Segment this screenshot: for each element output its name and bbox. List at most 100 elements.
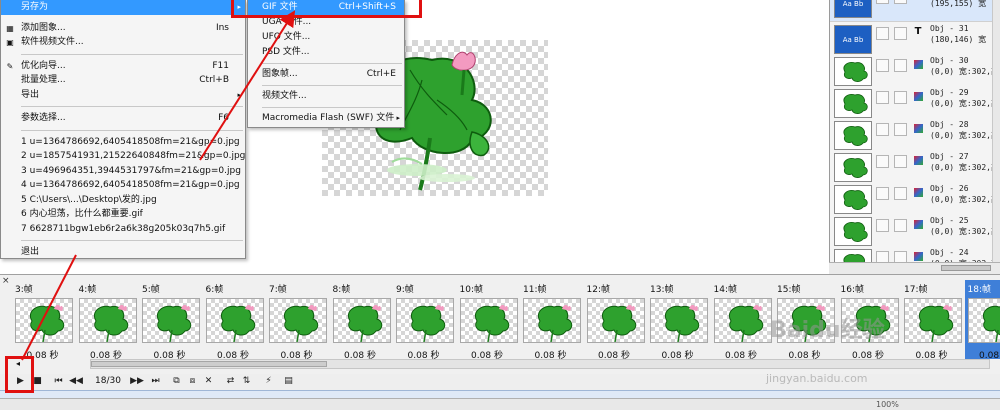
frame-label: 12:帧 bbox=[586, 285, 611, 295]
menu-item-batch[interactable]: 批量处理... Ctrl+B bbox=[1, 73, 245, 88]
visibility-checkbox[interactable] bbox=[876, 187, 889, 200]
object-info-text: Obj - 30 (0,0) 宽:302,高 bbox=[930, 56, 999, 76]
image-object-thumbnail bbox=[834, 121, 872, 150]
menu-divider bbox=[21, 129, 243, 131]
menu-item-software-video[interactable]: ▣ 软件视频文件... bbox=[1, 35, 245, 50]
delete-frame-icon[interactable]: ✕ bbox=[202, 375, 215, 388]
frame-thumbnail bbox=[396, 298, 454, 343]
next-frame-icon[interactable]: ▶▶ bbox=[129, 375, 145, 388]
tween-icon[interactable]: ⇄ bbox=[224, 375, 237, 388]
menu-item-psd-file[interactable]: PSD 文件... bbox=[248, 45, 404, 60]
object-list-item[interactable]: Obj - 25 (0,0) 宽:302,高 bbox=[830, 214, 1000, 250]
frame-label: 10:帧 bbox=[459, 285, 484, 295]
visibility-checkbox[interactable] bbox=[876, 27, 889, 40]
image-type-icon bbox=[914, 124, 923, 133]
recent-file-3[interactable]: 3 u=496964351,3944531797&fm=21&gp=0.jpg bbox=[1, 164, 245, 179]
visibility-checkbox[interactable] bbox=[894, 91, 907, 104]
frame-thumbnail bbox=[78, 298, 137, 343]
recent-file-2[interactable]: 2 u=1857541931,21522640848fm=21&gp=0.jpg bbox=[1, 149, 245, 164]
add-frame-icon[interactable]: ⧉ bbox=[170, 375, 183, 388]
menu-item-optimize-wizard[interactable]: ✎ 优化向导... F11 bbox=[1, 59, 245, 74]
close-icon[interactable]: × bbox=[2, 276, 10, 286]
object-info-text: Obj - 28 (0,0) 宽:302,高 bbox=[930, 120, 999, 140]
visibility-checkbox[interactable] bbox=[876, 219, 889, 232]
timeline-frame[interactable]: 11:帧 0.08 秒 bbox=[520, 280, 581, 361]
timeline-frame[interactable]: 8:帧 0.08 秒 bbox=[330, 280, 391, 361]
timeline-frame[interactable]: 9:帧 0.08 秒 bbox=[393, 280, 454, 361]
recent-file-6[interactable]: 6 内心坦荡，比什么都重要.gif bbox=[1, 207, 245, 222]
timeline-frame[interactable]: 7:帧 0.08 秒 bbox=[266, 280, 327, 361]
first-frame-icon[interactable]: ⏮ bbox=[52, 375, 65, 388]
previous-frame-icon[interactable]: ◀◀ bbox=[68, 375, 84, 388]
recent-file-5[interactable]: 5 C:\Users\...\Desktop\发的.jpg bbox=[1, 193, 245, 208]
object-list-item[interactable]: Obj - 28 (0,0) 宽:302,高 bbox=[830, 118, 1000, 154]
object-info-text: Obj - 29 (0,0) 宽:302,高 bbox=[930, 88, 999, 108]
object-list-item[interactable]: Obj - 29 (0,0) 宽:302,高 bbox=[830, 86, 1000, 122]
optimize-icon[interactable]: ⚡ bbox=[262, 375, 275, 388]
recent-file-1[interactable]: 1 u=1364786692,6405418508fm=21&gp=0.jpg bbox=[1, 135, 245, 150]
watermark-url: jingyan.baidu.com bbox=[766, 372, 868, 385]
menu-item-preferences[interactable]: 参数选择... F6 bbox=[1, 111, 245, 126]
visibility-checkbox[interactable] bbox=[876, 155, 889, 168]
visibility-checkbox[interactable] bbox=[876, 59, 889, 72]
timeline-frame[interactable]: 14:帧 0.08 秒 bbox=[711, 280, 772, 361]
reverse-icon[interactable]: ⇅ bbox=[240, 375, 253, 388]
timeline-frame[interactable]: 3:帧 0.08 秒 bbox=[12, 280, 73, 361]
image-object-thumbnail bbox=[834, 89, 872, 118]
frame-thumbnail bbox=[142, 298, 200, 343]
object-info-text: Obj - 32 (195,155) 宽 bbox=[930, 0, 987, 8]
timeline-frame[interactable]: 6:帧 0.08 秒 bbox=[203, 280, 264, 361]
menu-item-video-file[interactable]: 视频文件... bbox=[248, 89, 404, 104]
timeline-frame[interactable]: 10:帧 0.08 秒 bbox=[457, 280, 518, 361]
menu-item-add-image[interactable]: ▦ 添加图象... Ins bbox=[1, 21, 245, 36]
text-type-icon: T bbox=[912, 0, 924, 2]
timeline-frame[interactable]: 17:帧 0.08 秒 bbox=[901, 280, 962, 361]
object-list-item[interactable]: Aa Bb T Obj - 31 (180,146) 宽 bbox=[830, 22, 1000, 58]
visibility-checkbox[interactable] bbox=[894, 187, 907, 200]
object-list-scrollbar[interactable] bbox=[992, 0, 1000, 274]
menu-item-export[interactable]: 导出 ▸ bbox=[1, 88, 245, 103]
frame-label: 9:帧 bbox=[396, 285, 414, 295]
frame-label: 7:帧 bbox=[269, 285, 287, 295]
visibility-checkbox[interactable] bbox=[876, 0, 889, 4]
frame-label: 13:帧 bbox=[650, 285, 674, 295]
timeline-frame[interactable]: 4:帧 0.08 秒 bbox=[76, 280, 137, 361]
visibility-checkbox[interactable] bbox=[894, 155, 907, 168]
frame-thumbnail bbox=[269, 298, 327, 343]
timeline-frame[interactable]: 13:帧 0.08 秒 bbox=[647, 280, 708, 361]
last-frame-icon[interactable]: ⏭ bbox=[149, 375, 162, 388]
visibility-checkbox[interactable] bbox=[894, 219, 907, 232]
timeline-frame[interactable]: 5:帧 0.08 秒 bbox=[139, 280, 200, 361]
visibility-checkbox[interactable] bbox=[876, 91, 889, 104]
scroll-thumb[interactable] bbox=[91, 361, 327, 367]
save-frame-icon[interactable]: ▤ bbox=[282, 375, 295, 388]
menu-item-save-as[interactable]: 另存为 ▸ bbox=[1, 0, 245, 15]
frame-label: 4:帧 bbox=[78, 285, 97, 295]
menu-item-exit[interactable]: 退出 bbox=[1, 245, 245, 260]
timeline-frame[interactable]: 18:帧0.08 秒 bbox=[964, 280, 1000, 361]
object-panel-hscroll[interactable] bbox=[829, 262, 1000, 274]
object-list-item[interactable]: Obj - 27 (0,0) 宽:302,高 bbox=[830, 150, 1000, 186]
recent-file-7[interactable]: 7 6628711bgw1eb6r2a6k38g205k03q7h5.gif bbox=[1, 222, 245, 237]
visibility-checkbox[interactable] bbox=[894, 27, 907, 40]
visibility-checkbox[interactable] bbox=[894, 59, 907, 72]
image-object-thumbnail bbox=[834, 217, 872, 246]
timeline-scrollbar[interactable] bbox=[90, 359, 990, 369]
menu-item-image-frame[interactable]: 图象帧... Ctrl+E bbox=[248, 67, 404, 82]
timeline-frame[interactable]: 12:帧 0.08 秒 bbox=[584, 280, 645, 361]
object-list-item[interactable]: Obj - 30 (0,0) 宽:302,高 bbox=[830, 54, 1000, 90]
visibility-checkbox[interactable] bbox=[894, 0, 907, 4]
scroll-thumb[interactable] bbox=[941, 265, 991, 271]
visibility-checkbox[interactable] bbox=[876, 123, 889, 136]
visibility-checkbox[interactable] bbox=[894, 123, 907, 136]
object-list-panel: Aa Bb T Obj - 32 (195,155) 宽 Aa Bb T Obj - 31… bbox=[829, 0, 1000, 274]
frame-thumbnail bbox=[15, 298, 73, 343]
object-list-item[interactable]: Aa Bb T Obj - 32 (195,155) 宽 bbox=[830, 0, 1000, 22]
zoom-level: 100% bbox=[876, 400, 899, 409]
recent-file-4[interactable]: 4 u=1364786692,6405418508fm=21&gp=0.jpg bbox=[1, 178, 245, 193]
menu-item-ufo-file[interactable]: UFO 文件... bbox=[248, 30, 404, 45]
object-list-item[interactable]: Obj - 26 (0,0) 宽:302,高 bbox=[830, 182, 1000, 218]
menu-item-swf-file[interactable]: Macromedia Flash (SWF) 文件 ▸ bbox=[248, 111, 404, 126]
duplicate-frame-icon[interactable]: ⧈ bbox=[186, 375, 199, 388]
menu-divider bbox=[262, 85, 402, 86]
